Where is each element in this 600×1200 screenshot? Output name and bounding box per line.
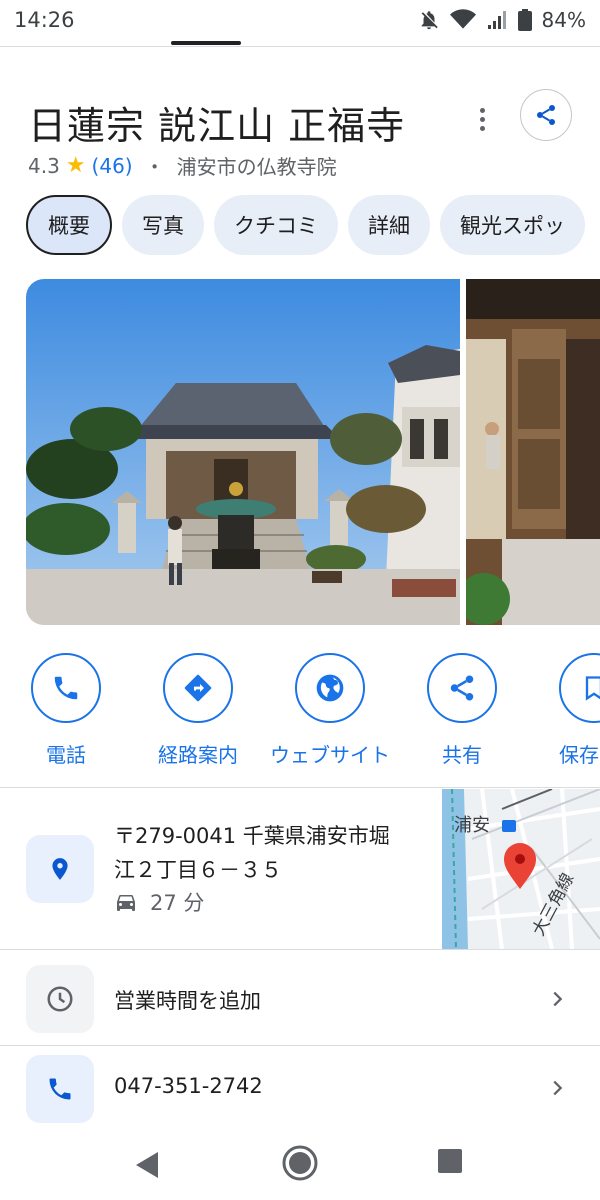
share-icon: [450, 675, 474, 701]
bookmark-icon: [585, 676, 600, 701]
save-label: 保存: [559, 743, 599, 767]
review-count[interactable]: (46): [92, 154, 133, 178]
car-icon: [117, 895, 135, 911]
drive-time-row: 27 分: [114, 887, 204, 917]
battery-icon: [517, 9, 532, 31]
website-button[interactable]: [295, 653, 365, 723]
battery-percent: 84%: [541, 8, 586, 32]
place-category: 浦安市の仏教寺院: [176, 155, 337, 179]
share-label: 共有: [442, 743, 482, 767]
directions-button[interactable]: [163, 653, 233, 723]
share-action-button[interactable]: [427, 653, 497, 723]
temple-photo[interactable]: [26, 279, 460, 625]
more-options-button[interactable]: [470, 107, 494, 131]
tab-bar: 概要 写真 クチコミ 詳細 観光スポッ: [26, 195, 585, 255]
tab-photos[interactable]: 写真: [122, 195, 204, 255]
share-action[interactable]: 共有: [397, 653, 527, 768]
status-bar: 14:26 84%: [0, 0, 600, 40]
tab-details[interactable]: 詳細: [348, 195, 430, 255]
phone-icon-box: [26, 1055, 94, 1123]
directions-action[interactable]: 経路案内: [133, 653, 263, 768]
add-hours-label: 営業時間を追加: [114, 989, 261, 1013]
place-sheet: 日蓮宗 説江山 正福寺 4.3 ★ (46) ・ 浦安市の仏教寺院 概要 写真 …: [0, 41, 600, 1139]
action-row: 電話 経路案内 ウェブサイト 共有 保存: [0, 653, 600, 767]
map-thumbnail[interactable]: 浦安 大三角線: [442, 789, 600, 949]
signal-icon: [487, 11, 506, 29]
divider: [0, 949, 600, 950]
drive-time: 27 分: [150, 891, 205, 915]
directions-icon: [184, 674, 212, 702]
globe-icon: [316, 674, 344, 702]
save-action[interactable]: 保存: [529, 653, 600, 768]
bell-off-icon: [421, 11, 438, 30]
website-label: ウェブサイト: [270, 743, 390, 767]
star-icon: ★: [65, 153, 86, 178]
rating-row: 4.3 ★ (46) ・ 浦安市の仏教寺院: [28, 151, 337, 180]
map-station-label: 浦安: [454, 815, 490, 836]
separator: ・: [144, 155, 165, 179]
share-icon: [537, 105, 555, 125]
call-button[interactable]: [31, 653, 101, 723]
temple-photo-2[interactable]: [466, 279, 600, 625]
call-action[interactable]: 電話: [1, 653, 131, 768]
tab-overview[interactable]: 概要: [26, 195, 112, 255]
address[interactable]: 〒279-0041 千葉県浦安市堀 江２丁目６－３５: [114, 819, 424, 887]
tab-sights[interactable]: 観光スポッ: [440, 195, 585, 255]
clock-icon: [47, 986, 73, 1012]
add-hours-row[interactable]: 営業時間を追加: [0, 951, 600, 1047]
directions-label: 経路案内: [158, 743, 238, 767]
chevron-right-icon: [553, 991, 563, 1007]
phone-number: 047-351-2742: [114, 1074, 263, 1098]
location-icon-box: [26, 835, 94, 903]
back-icon[interactable]: [134, 1150, 162, 1180]
website-action[interactable]: ウェブサイト: [265, 653, 395, 768]
rating-value: 4.3: [28, 153, 60, 178]
status-time: 14:26: [14, 8, 75, 32]
recents-icon[interactable]: [437, 1148, 463, 1174]
save-button[interactable]: [559, 653, 600, 723]
call-label: 電話: [46, 743, 86, 767]
place-title: 日蓮宗 説江山 正福寺: [28, 104, 406, 148]
divider: [0, 787, 600, 788]
system-nav-bar: [0, 1136, 600, 1200]
phone-icon: [49, 1078, 71, 1100]
drag-handle[interactable]: [171, 41, 241, 45]
chevron-right-icon: [553, 1080, 563, 1096]
phone-row[interactable]: 047-351-2742: [0, 1043, 600, 1139]
share-button[interactable]: [520, 89, 572, 141]
clock-icon-box: [26, 965, 94, 1033]
phone-icon: [54, 676, 78, 700]
status-icons: 84%: [418, 8, 586, 32]
location-pin-icon: [52, 858, 68, 880]
tab-reviews[interactable]: クチコミ: [214, 195, 338, 255]
address-line-1: 〒279-0041 千葉県浦安市堀: [114, 824, 390, 848]
home-icon[interactable]: [281, 1144, 319, 1182]
wifi-icon: [449, 9, 476, 29]
address-line-2: 江２丁目６－３５: [114, 858, 282, 882]
